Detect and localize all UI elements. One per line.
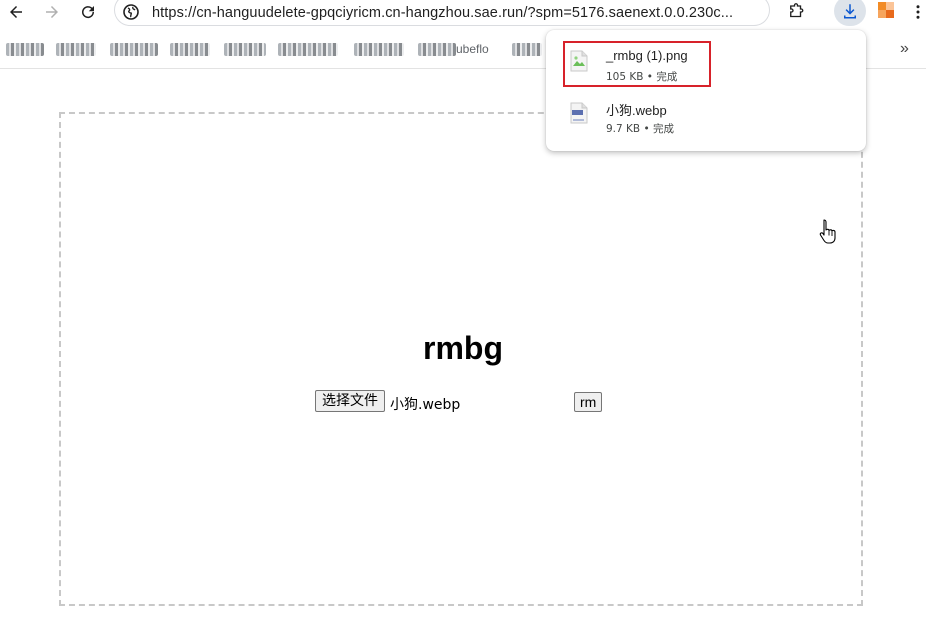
highlight-box [563, 41, 711, 87]
download-file-name[interactable]: 小狗.webp [606, 100, 667, 119]
bookmark-item[interactable] [6, 43, 44, 56]
arrow-left-icon [10, 6, 22, 18]
download-item-webp[interactable]: 小狗.webp 9.7 KB • 完成 [546, 92, 866, 140]
bookmark-item[interactable] [278, 43, 338, 56]
extensions-button[interactable] [784, 0, 808, 24]
choose-file-button[interactable]: 选择文件 [315, 390, 385, 412]
bookmark-label[interactable]: ubeflo [456, 42, 489, 56]
page-title: rmbg [423, 330, 503, 366]
browser-menu-button[interactable] [910, 0, 926, 24]
bookmark-item[interactable] [224, 43, 266, 56]
bookmark-item[interactable] [418, 43, 456, 56]
puzzle-icon [790, 3, 804, 18]
bookmark-item[interactable] [512, 43, 542, 56]
hand-cursor-icon [819, 219, 836, 244]
globe-icon[interactable] [123, 4, 139, 20]
arrow-right-icon [46, 6, 58, 18]
reload-button[interactable] [76, 0, 100, 24]
bookmarks-overflow-button[interactable]: » [900, 40, 909, 58]
profile-avatar-icon[interactable] [876, 0, 898, 22]
address-bar[interactable]: https://cn-hanguudelete-gpqciyricm.cn-ha… [114, 0, 770, 26]
forward-button[interactable] [40, 0, 64, 24]
webp-file-icon [570, 102, 588, 124]
download-icon [844, 4, 856, 19]
download-file-meta: 9.7 KB • 完成 [606, 123, 674, 135]
reload-icon [82, 6, 95, 19]
selected-file-name: 小狗.webp [390, 397, 461, 413]
bookmark-item[interactable] [110, 43, 158, 56]
downloads-button[interactable] [834, 0, 866, 26]
more-vertical-icon [916, 5, 920, 19]
downloads-panel: _rmbg (1).png 105 KB • 完成 小狗.webp 9.7 KB… [546, 30, 866, 151]
back-button[interactable] [4, 0, 28, 24]
bookmark-item[interactable] [56, 43, 96, 56]
browser-toolbar: https://cn-hanguudelete-gpqciyricm.cn-ha… [0, 0, 926, 26]
bookmark-item[interactable] [354, 43, 404, 56]
url-text[interactable]: https://cn-hanguudelete-gpqciyricm.cn-ha… [152, 5, 733, 21]
rm-button[interactable]: rm [574, 392, 603, 412]
bookmark-item[interactable] [170, 43, 210, 56]
